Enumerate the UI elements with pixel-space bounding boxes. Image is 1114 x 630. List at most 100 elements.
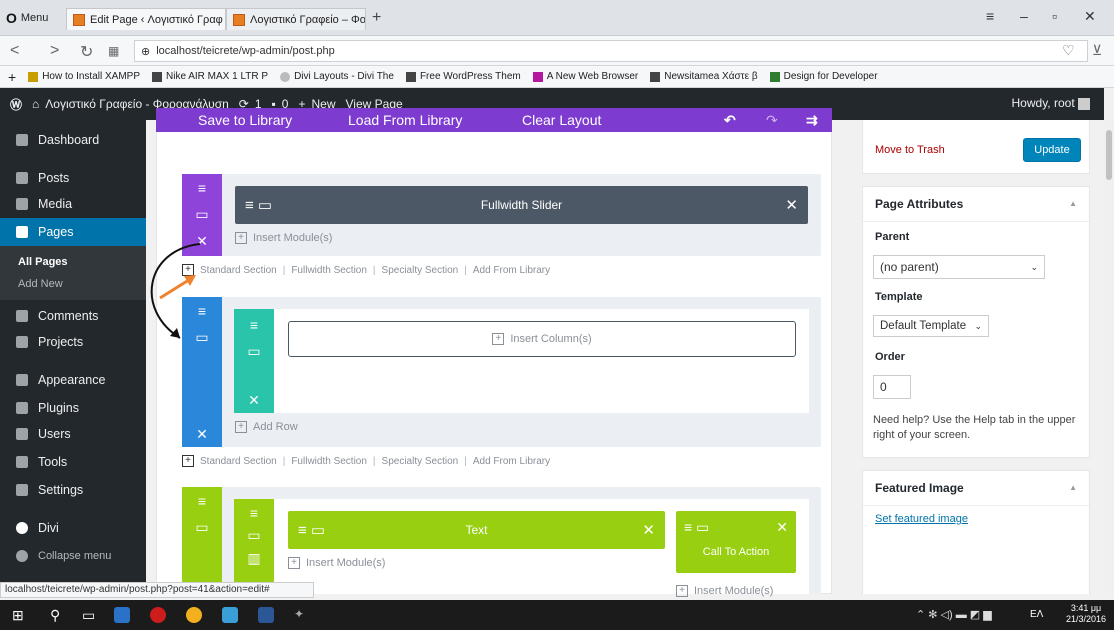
bookmark-item[interactable]: Free WordPress Them (405, 71, 521, 82)
heart-icon[interactable]: ♡ (1062, 42, 1075, 59)
settings-icon[interactable]: ▭ (247, 343, 260, 360)
close-window-icon[interactable]: ✕ (1084, 8, 1096, 25)
save-to-library-button[interactable]: Save to Library (198, 112, 292, 128)
howdy-user[interactable]: Howdy, root (1012, 96, 1090, 110)
builder-section-1[interactable]: ≡ ▭ ✕ ≡ ▭ Fullwidth Slider ✕ + Insert Modul… (182, 174, 821, 256)
specialty-section-link[interactable]: Specialty Section (382, 265, 459, 276)
sidebar-sub-add-new[interactable]: Add New (18, 278, 63, 290)
set-featured-image-link[interactable]: Set featured image (875, 513, 968, 525)
settings-icon[interactable]: ▭ (195, 519, 208, 536)
close-icon[interactable]: ✕ (776, 519, 788, 536)
menu-icon[interactable]: ≡ (250, 317, 258, 333)
plus-icon[interactable]: + (182, 455, 194, 467)
wordpress-logo-icon[interactable]: Ⓦ (10, 96, 22, 113)
collapse-arrow-icon[interactable]: ▲ (1069, 483, 1077, 492)
download-icon[interactable]: ⊻ (1092, 42, 1102, 59)
history-icon[interactable]: ⇉ (806, 112, 818, 129)
module-menu-icon[interactable]: ≡ ▭ (298, 521, 325, 539)
minimize-icon[interactable]: – (1020, 8, 1028, 24)
order-input[interactable]: 0 (873, 375, 911, 399)
search-icon[interactable]: ⚲ (50, 607, 66, 623)
windows-start-icon[interactable]: ⊞ (12, 607, 28, 623)
close-icon[interactable]: ✕ (785, 196, 798, 214)
tab-site[interactable]: Λογιστικό Γραφείο – Φορο✕ (226, 8, 366, 30)
row-handle[interactable]: ≡ ▭ ▥ (234, 499, 274, 594)
language-indicator[interactable]: ΕΛ (1030, 609, 1043, 620)
add-from-library-link[interactable]: Add From Library (473, 456, 550, 467)
builder-section-2[interactable]: ≡ ▭ ✕ ≡ ▭ ✕ + Insert Column(s) + Add Row (182, 297, 821, 447)
insert-column-button[interactable]: + Insert Column(s) (288, 321, 796, 357)
sidebar-item-plugins[interactable]: Plugins (0, 394, 146, 422)
sidebar-item-settings[interactable]: Settings (0, 476, 146, 504)
row-handle[interactable]: ≡ ▭ ✕ (234, 309, 274, 413)
box-title[interactable]: Page Attributes ▲ (863, 187, 1089, 222)
sidebar-item-appearance[interactable]: Appearance (0, 366, 146, 394)
scrollbar-thumb[interactable] (1106, 130, 1112, 180)
module-menu-icon[interactable]: ≡ ▭ (245, 196, 272, 214)
add-bookmark-icon[interactable]: + (8, 69, 16, 85)
standard-section-link[interactable]: Standard Section (200, 456, 277, 467)
insert-module-button[interactable]: + Insert Module(s) (676, 585, 773, 597)
tray-icons[interactable]: ⌃ ✻ ◁) ▬ ◩ ▆ (916, 608, 992, 621)
scrollbar[interactable] (1104, 120, 1114, 594)
close-icon[interactable]: ✕ (642, 521, 655, 539)
sidebar-item-comments[interactable]: Comments (0, 302, 146, 330)
parent-select[interactable]: (no parent) ⌄ (873, 255, 1045, 279)
maximize-icon[interactable]: ▫ (1052, 8, 1057, 24)
sidebar-item-divi[interactable]: Divi (0, 514, 146, 542)
sidebar-item-projects[interactable]: Projects (0, 328, 146, 356)
new-tab-icon[interactable]: + (372, 9, 381, 27)
sidebar-item-users[interactable]: Users (0, 420, 146, 448)
box-title[interactable]: Featured Image ▲ (863, 471, 1089, 506)
fullwidth-section-link[interactable]: Fullwidth Section (291, 265, 367, 276)
delete-icon[interactable]: ✕ (248, 392, 260, 409)
url-field[interactable]: ⊕ localhost/teicrete/wp-admin/post.php (134, 40, 1088, 62)
opera-icon[interactable] (150, 607, 166, 623)
call-to-action-module[interactable]: ≡ ▭ ✕ Call To Action (676, 511, 796, 573)
bookmark-item[interactable]: How to Install XAMPP (28, 71, 140, 82)
sidebar-sub-all-pages[interactable]: All Pages (18, 256, 68, 268)
menu-icon[interactable]: ≡ (198, 493, 206, 509)
sidebar-item-dashboard[interactable]: Dashboard (0, 126, 146, 154)
standard-section-link[interactable]: Standard Section (200, 265, 277, 276)
settings-icon[interactable]: ▭ (195, 206, 208, 223)
settings-icon[interactable]: ▭ (247, 527, 260, 544)
menu-icon[interactable]: ≡ (198, 180, 206, 196)
module-menu-icon[interactable]: ≡ ▭ (684, 519, 709, 536)
section-handle[interactable]: ≡ ▭ (182, 487, 222, 594)
text-module[interactable]: ≡ ▭ Text ✕ (288, 511, 665, 549)
bookmark-item[interactable]: A New Web Browser (532, 71, 638, 82)
clock[interactable]: 3:41 μμ 21/3/2016 (1066, 603, 1106, 625)
tab-menu-icon[interactable]: ≡ (986, 8, 994, 24)
word-icon[interactable] (258, 607, 274, 623)
bookmark-item[interactable]: Nike AIR MAX 1 LTR P (152, 71, 268, 82)
clear-layout-button[interactable]: Clear Layout (522, 112, 601, 128)
move-to-trash-link[interactable]: Move to Trash (875, 144, 945, 156)
app-icon[interactable]: ✦ (294, 607, 310, 623)
tab-edit-page[interactable]: Edit Page ‹ Λογιστικό Γραφ✕ (66, 8, 226, 30)
update-button[interactable]: Update (1023, 138, 1081, 162)
bookmark-item[interactable]: Design for Developer (769, 71, 878, 82)
sidebar-item-pages[interactable]: Pages (0, 218, 146, 246)
bookmark-item[interactable]: Divi Layouts - Divi The (280, 71, 394, 82)
insert-module-button[interactable]: + Insert Module(s) (288, 557, 385, 569)
speed-dial-icon[interactable]: ▦ (108, 44, 119, 58)
columns-icon[interactable]: ▥ (247, 550, 260, 567)
add-row-button[interactable]: + Add Row (235, 421, 298, 433)
specialty-section-link[interactable]: Specialty Section (382, 456, 459, 467)
sidebar-collapse-menu[interactable]: Collapse menu (0, 542, 146, 570)
file-explorer-icon[interactable] (114, 607, 130, 623)
builder-section-3[interactable]: ≡ ▭ ≡ ▭ ▥ ≡ ▭ Text ✕ + Insert Module(s) ≡ ▭ ✕… (182, 487, 821, 597)
template-select[interactable]: Default Template ⌄ (873, 315, 989, 337)
app-icon[interactable] (222, 607, 238, 623)
undo-icon[interactable]: ↶ (724, 112, 736, 129)
bookmark-item[interactable]: Newsitamea Χάστε β (650, 71, 758, 82)
fullwidth-section-link[interactable]: Fullwidth Section (291, 456, 367, 467)
menu-icon[interactable]: ≡ (250, 505, 258, 521)
browser-menu-button[interactable]: O Menu (6, 10, 48, 26)
chrome-icon[interactable] (186, 607, 202, 623)
reload-icon[interactable]: ↻ (80, 42, 93, 62)
fullwidth-slider-module[interactable]: ≡ ▭ Fullwidth Slider ✕ (235, 186, 808, 224)
sidebar-item-media[interactable]: Media (0, 190, 146, 218)
add-from-library-link[interactable]: Add From Library (473, 265, 550, 276)
